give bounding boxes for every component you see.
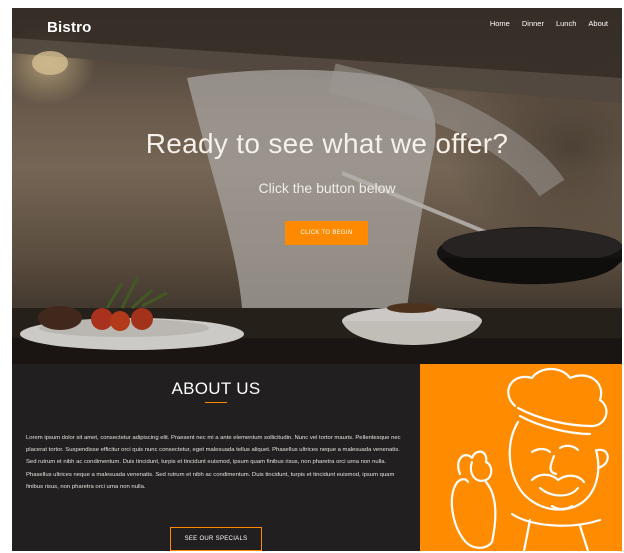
nav-lunch[interactable]: Lunch [556, 19, 576, 28]
about-title: ABOUT US [171, 379, 261, 398]
see-our-specials-button[interactable]: SEE OUR SPECIALS [170, 527, 262, 551]
about-section: ABOUT US Lorem ipsum dolor sit amet, con… [12, 364, 420, 551]
hero-section: Bistro Home Dinner Lunch About Ready to … [12, 8, 622, 364]
about-body: Lorem ipsum dolor sit amet, consectetur … [26, 435, 401, 490]
chef-illustration-panel [420, 364, 622, 551]
click-to-begin-button[interactable]: CLICK TO BEGIN [285, 221, 368, 245]
main-nav: Home Dinner Lunch About [490, 19, 608, 28]
nav-home[interactable]: Home [490, 19, 510, 28]
brand-logo[interactable]: Bistro [47, 19, 92, 36]
about-divider [205, 402, 227, 403]
nav-about[interactable]: About [588, 19, 608, 28]
hero-subline: Click the button below [258, 180, 396, 196]
page-frame: Bistro Home Dinner Lunch About Ready to … [12, 8, 622, 551]
hero-headline: Ready to see what we offer? [145, 128, 509, 159]
nav-dinner[interactable]: Dinner [522, 19, 544, 28]
chef-illustration-icon [450, 367, 609, 551]
